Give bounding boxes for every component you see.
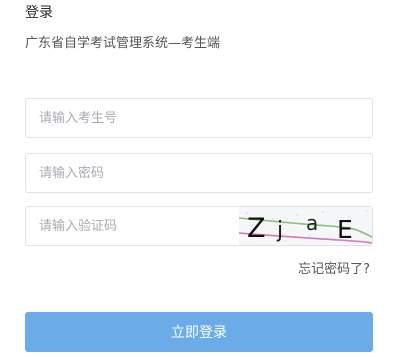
captcha-graphic: Z j a E xyxy=(239,207,372,245)
student-id-input[interactable] xyxy=(26,99,372,137)
forgot-password-link[interactable]: 忘记密码了? xyxy=(298,261,370,279)
page-title: 登录 xyxy=(25,5,53,21)
captcha-char-4: E xyxy=(337,215,353,244)
password-input[interactable] xyxy=(26,154,372,192)
student-id-field[interactable] xyxy=(25,98,373,138)
captcha-char-3: a xyxy=(306,211,318,235)
login-button[interactable]: 立即登录 xyxy=(25,312,373,352)
captcha-input[interactable] xyxy=(26,207,236,245)
password-field[interactable] xyxy=(25,153,373,193)
captcha-image[interactable]: Z j a E xyxy=(239,207,372,245)
captcha-field[interactable]: Z j a E xyxy=(25,206,373,246)
captcha-char-2: j xyxy=(276,218,283,243)
captcha-char-1: Z xyxy=(247,213,266,244)
system-subtitle: 广东省自学考试管理系统—考生端 xyxy=(25,36,221,51)
